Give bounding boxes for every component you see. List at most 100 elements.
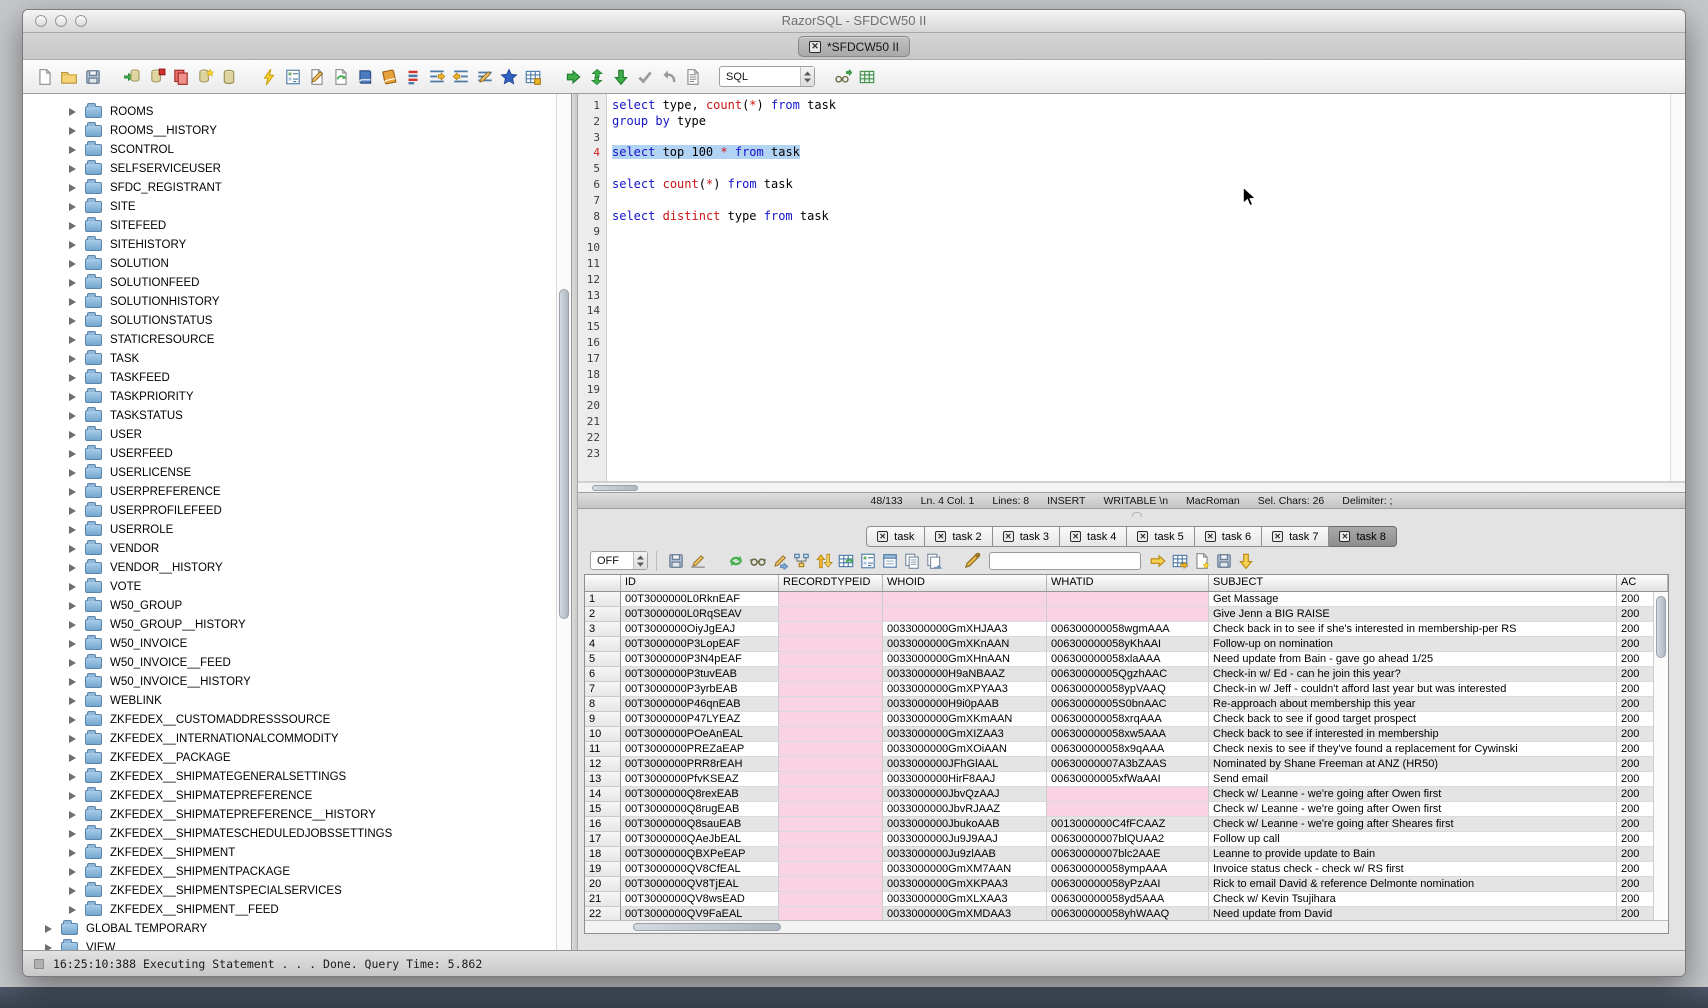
disclosure-triangle-icon[interactable] bbox=[69, 773, 76, 781]
sidebar-item-vendor-history[interactable]: VENDOR__HISTORY bbox=[23, 558, 571, 577]
mode-select[interactable]: SQL bbox=[719, 66, 815, 87]
cell-whatid[interactable] bbox=[1047, 787, 1209, 802]
disclosure-triangle-icon[interactable] bbox=[69, 564, 76, 572]
sidebar-item-taskfeed[interactable]: TASKFEED bbox=[23, 368, 571, 387]
highlighter-icon[interactable] bbox=[961, 550, 983, 572]
cell-id[interactable]: 00T3000000P3tuvEAB bbox=[621, 667, 779, 682]
cell-id[interactable]: 00T3000000QV9FaEAL bbox=[621, 907, 779, 920]
editor-line[interactable]: 15 bbox=[578, 319, 1670, 335]
result-tab-task-8[interactable]: ✕task 8 bbox=[1329, 526, 1396, 547]
title-bar[interactable]: RazorSQL - SFDCW50 II bbox=[23, 10, 1685, 33]
cell-whatid[interactable]: 00630000007A3bZAAS bbox=[1047, 757, 1209, 772]
disclosure-triangle-icon[interactable] bbox=[69, 849, 76, 857]
sidebar-item-rooms-history[interactable]: ROOMS__HISTORY bbox=[23, 121, 571, 140]
cell-whoid[interactable]: 0033000000GmXM7AAN bbox=[883, 862, 1047, 877]
reference-book-icon[interactable] bbox=[353, 65, 377, 89]
editor-line[interactable]: 2group by type bbox=[578, 114, 1670, 130]
find-next-icon[interactable] bbox=[1147, 550, 1169, 572]
column-header-subject[interactable]: SUBJECT bbox=[1209, 575, 1617, 591]
sidebar-item-zkfedex-shipmentspecialservices[interactable]: ZKFEDEX__SHIPMENTSPECIALSERVICES bbox=[23, 881, 571, 900]
cell-id[interactable]: 00T3000000L0RqSEAV bbox=[621, 607, 779, 622]
sidebar-item-vendor[interactable]: VENDOR bbox=[23, 539, 571, 558]
sidebar-item-sitefeed[interactable]: SITEFEED bbox=[23, 216, 571, 235]
cell-whatid[interactable]: 006300000058yhWAAQ bbox=[1047, 907, 1209, 920]
disclosure-triangle-icon[interactable] bbox=[69, 659, 76, 667]
cell-subject[interactable]: Check w/ Kevin Tsujihara bbox=[1209, 892, 1617, 907]
editor-hscroll-thumb[interactable] bbox=[592, 485, 638, 491]
cell-whoid[interactable]: 0033000000GmXHnAAN bbox=[883, 652, 1047, 667]
column-header-recordtypeid[interactable]: RECORDTYPEID bbox=[779, 575, 883, 591]
fetch-more-icon[interactable] bbox=[1235, 550, 1257, 572]
disclosure-triangle-icon[interactable] bbox=[69, 431, 76, 439]
disclosure-triangle-icon[interactable] bbox=[69, 298, 76, 306]
disclosure-triangle-icon[interactable] bbox=[69, 184, 76, 192]
cell-whatid[interactable]: 006300000058wgmAAA bbox=[1047, 622, 1209, 637]
table-row[interactable]: 1500T3000000Q8rugEAB0033000000JbvRJAAZCh… bbox=[585, 802, 1668, 817]
cell-id[interactable]: 00T3000000Q8sauEAB bbox=[621, 817, 779, 832]
sidebar-item-zkfedex-shipmatescheduledjobssettings[interactable]: ZKFEDEX__SHIPMATESCHEDULEDJOBSSETTINGS bbox=[23, 824, 571, 843]
editor-line[interactable]: 11 bbox=[578, 256, 1670, 272]
limit-select[interactable]: OFF bbox=[590, 551, 648, 570]
indent-icon[interactable] bbox=[425, 65, 449, 89]
sidebar-item-userfeed[interactable]: USERFEED bbox=[23, 444, 571, 463]
editor-line[interactable]: 17 bbox=[578, 351, 1670, 367]
cell-recordtypeid[interactable] bbox=[779, 817, 883, 832]
sidebar-item-zkfedex-shipmatepreference[interactable]: ZKFEDEX__SHIPMATEPREFERENCE bbox=[23, 786, 571, 805]
cell-recordtypeid[interactable] bbox=[779, 877, 883, 892]
table-row[interactable]: 1800T3000000QBXPeEAP0033000000Ju9zlAAB00… bbox=[585, 847, 1668, 862]
disclosure-triangle-icon[interactable] bbox=[45, 944, 52, 951]
sidebar-item-w50-group-history[interactable]: W50_GROUP__HISTORY bbox=[23, 615, 571, 634]
sidebar-item-zkfedex-internationalcommodity[interactable]: ZKFEDEX__INTERNATIONALCOMMODITY bbox=[23, 729, 571, 748]
sidebar-item-userrole[interactable]: USERROLE bbox=[23, 520, 571, 539]
cell-recordtypeid[interactable] bbox=[779, 832, 883, 847]
sidebar-item-zkfedex-shipment-feed[interactable]: ZKFEDEX__SHIPMENT__FEED bbox=[23, 900, 571, 919]
cell-recordtypeid[interactable] bbox=[779, 652, 883, 667]
table-row[interactable]: 300T3000000OiyJgEAJ0033000000GmXHJAA3006… bbox=[585, 622, 1668, 637]
copy-selection-icon[interactable] bbox=[923, 550, 945, 572]
editor-line[interactable]: 20 bbox=[578, 398, 1670, 414]
sidebar-item-userlicense[interactable]: USERLICENSE bbox=[23, 463, 571, 482]
cell-whoid[interactable]: 0033000000GmXKnAAN bbox=[883, 637, 1047, 652]
close-tab-icon[interactable]: ✕ bbox=[1272, 531, 1283, 542]
sidebar-item-solutionhistory[interactable]: SOLUTIONHISTORY bbox=[23, 292, 571, 311]
grid-vertical-scrollbar[interactable] bbox=[1653, 592, 1668, 920]
grid-horizontal-scrollbar[interactable] bbox=[585, 920, 1668, 933]
save-file-icon[interactable] bbox=[81, 65, 105, 89]
disclosure-triangle-icon[interactable] bbox=[69, 716, 76, 724]
execute-sql-icon[interactable] bbox=[561, 65, 585, 89]
cell-whatid[interactable]: 006300000058ympAAA bbox=[1047, 862, 1209, 877]
close-tab-icon[interactable]: ✕ bbox=[1339, 531, 1350, 542]
sidebar-item-vote[interactable]: VOTE bbox=[23, 577, 571, 596]
disclosure-triangle-icon[interactable] bbox=[69, 374, 76, 382]
disclosure-triangle-icon[interactable] bbox=[69, 602, 76, 610]
cell-whatid[interactable]: 006300000058yPzAAI bbox=[1047, 877, 1209, 892]
cell-recordtypeid[interactable] bbox=[779, 607, 883, 622]
sidebar-item-zkfedex-shipmategeneralsettings[interactable]: ZKFEDEX__SHIPMATEGENERALSETTINGS bbox=[23, 767, 571, 786]
minimize-window-button[interactable] bbox=[55, 15, 67, 27]
table-row[interactable]: 1900T3000000QV8CfEAL0033000000GmXM7AAN00… bbox=[585, 862, 1668, 877]
select-columns-icon[interactable] bbox=[857, 550, 879, 572]
cell-whoid[interactable]: 0033000000H9aNBAAZ bbox=[883, 667, 1047, 682]
cell-recordtypeid[interactable] bbox=[779, 727, 883, 742]
cell-subject[interactable]: Re-approach about membership this year bbox=[1209, 697, 1617, 712]
result-tab-task-3[interactable]: ✕task 3 bbox=[993, 526, 1060, 547]
cell-subject[interactable]: Check w/ Leanne - we're going after Owen… bbox=[1209, 787, 1617, 802]
sidebar-scrollbar-thumb[interactable] bbox=[559, 289, 569, 619]
disclosure-triangle-icon[interactable] bbox=[69, 317, 76, 325]
cell-recordtypeid[interactable] bbox=[779, 787, 883, 802]
disclosure-triangle-icon[interactable] bbox=[69, 108, 76, 116]
cell-whoid[interactable] bbox=[883, 607, 1047, 622]
edit-mode-icon[interactable] bbox=[687, 550, 709, 572]
disclosure-triangle-icon[interactable] bbox=[69, 412, 76, 420]
cell-id[interactable]: 00T3000000QAeJbEAL bbox=[621, 832, 779, 847]
close-tab-icon[interactable]: ✕ bbox=[1205, 531, 1216, 542]
cell-id[interactable]: 00T3000000POeAnEAL bbox=[621, 727, 779, 742]
editor-line[interactable]: 22 bbox=[578, 430, 1670, 446]
cell-whatid[interactable]: 006300000058xrqAAA bbox=[1047, 712, 1209, 727]
sidebar-item-weblink[interactable]: WEBLINK bbox=[23, 691, 571, 710]
disclosure-triangle-icon[interactable] bbox=[69, 640, 76, 648]
edit-checklist-icon[interactable] bbox=[281, 65, 305, 89]
disclosure-triangle-icon[interactable] bbox=[69, 735, 76, 743]
editor-vertical-scrollbar[interactable] bbox=[1670, 94, 1685, 481]
table-row[interactable]: 2200T3000000QV9FaEAL0033000000GmXMDAA300… bbox=[585, 907, 1668, 920]
